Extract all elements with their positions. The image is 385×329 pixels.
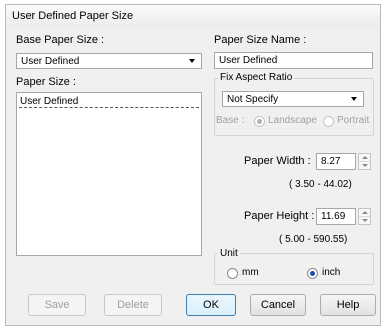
paper-width-field[interactable]: 8.27 <box>316 153 356 170</box>
base-paper-size-dropdown[interactable]: User Defined <box>16 53 202 69</box>
base-paper-size-value: User Defined <box>21 56 80 67</box>
paper-size-name-field[interactable]: User Defined <box>214 52 373 69</box>
mm-label: mm <box>242 267 259 278</box>
focus-rectangle <box>19 107 199 108</box>
spin-down-icon <box>362 164 368 167</box>
portrait-radio[interactable] <box>323 116 334 127</box>
delete-button[interactable]: Delete <box>104 294 162 316</box>
paper-width-spinner[interactable] <box>358 153 371 170</box>
paper-height-value: 11.69 <box>321 211 346 222</box>
fix-aspect-ratio-dropdown[interactable]: Not Specify <box>222 91 364 107</box>
mm-radio[interactable] <box>227 268 238 279</box>
unit-label: Unit <box>218 248 240 259</box>
title-bar[interactable]: User Defined Paper Size <box>6 5 380 27</box>
paper-width-range: ( 3.50 - 44.02) <box>289 179 352 190</box>
inch-radio[interactable] <box>307 268 318 279</box>
aspect-base-label: Base : <box>216 115 245 126</box>
spin-down-icon <box>362 219 368 222</box>
spin-up-icon <box>362 211 368 214</box>
fix-aspect-ratio-value: Not Specify <box>227 94 279 105</box>
landscape-label: Landscape <box>268 115 317 126</box>
ok-button[interactable]: OK <box>186 294 236 316</box>
user-defined-paper-size-dialog: User Defined Paper Size Base Paper Size … <box>5 4 381 326</box>
portrait-label: Portrait <box>337 115 370 126</box>
inch-label: inch <box>322 267 341 278</box>
paper-width-value: 8.27 <box>321 156 341 167</box>
paper-height-label: Paper Height : <box>244 210 315 222</box>
paper-size-name-label: Paper Size Name : <box>214 34 307 46</box>
paper-height-field[interactable]: 11.69 <box>316 208 356 225</box>
spin-up-icon <box>362 156 368 159</box>
landscape-radio[interactable] <box>254 116 265 127</box>
paper-size-listbox[interactable]: User Defined <box>16 92 202 256</box>
fix-aspect-ratio-label: Fix Aspect Ratio <box>218 72 295 83</box>
help-button[interactable]: Help <box>320 294 376 316</box>
save-button[interactable]: Save <box>28 294 86 316</box>
chevron-down-icon <box>189 59 195 63</box>
paper-size-name-value: User Defined <box>219 55 278 66</box>
paper-size-label: Paper Size : <box>16 76 76 88</box>
chevron-down-icon <box>351 97 357 101</box>
paper-width-label: Paper Width : <box>244 155 311 167</box>
base-paper-size-label: Base Paper Size : <box>16 34 105 46</box>
dialog-title: User Defined Paper Size <box>12 10 134 22</box>
cancel-button[interactable]: Cancel <box>250 294 306 316</box>
paper-height-spinner[interactable] <box>358 208 371 225</box>
fix-aspect-ratio-group: Fix Aspect Ratio Not Specify Base : Land… <box>214 72 374 136</box>
list-item[interactable]: User Defined <box>20 96 78 107</box>
paper-height-range: ( 5.00 - 590.55) <box>279 234 348 245</box>
unit-group: Unit mm inch <box>214 248 374 285</box>
